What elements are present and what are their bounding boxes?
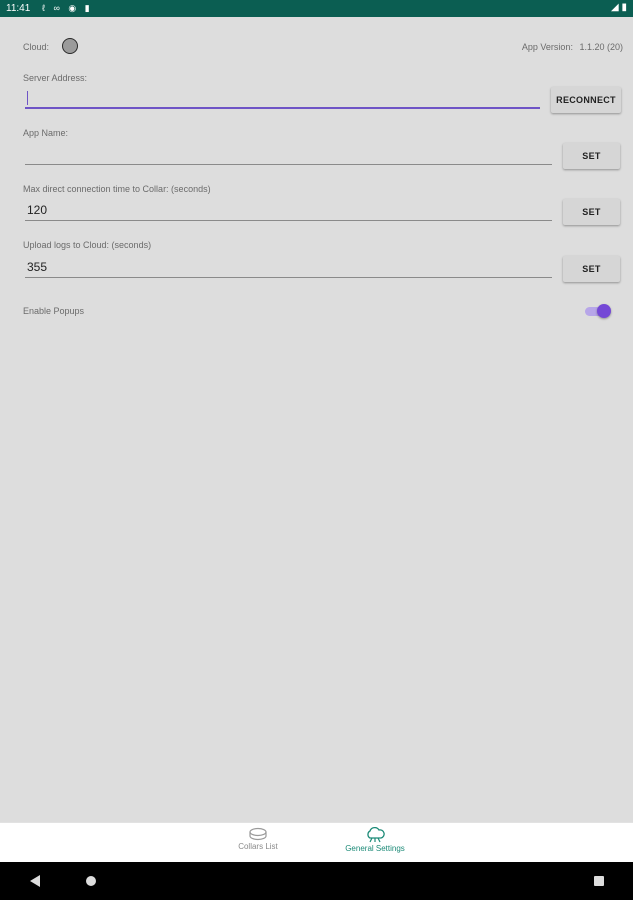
cloud-status-indicator	[62, 38, 78, 54]
status-bar: 11:41 ℓ ∞ ◉ ▮ ◢ ▮	[0, 0, 633, 17]
app-name-input[interactable]	[25, 143, 552, 165]
upload-logs-set-button[interactable]: SET	[563, 256, 620, 282]
enable-popups-toggle[interactable]	[585, 304, 611, 318]
home-icon[interactable]	[86, 876, 96, 886]
back-icon[interactable]	[30, 875, 40, 887]
system-navigation-bar	[0, 862, 633, 900]
max-connection-input[interactable]: 120	[25, 199, 552, 221]
app-version-value: 1.1.20 (20)	[579, 42, 623, 52]
settings-screen: Cloud: App Version: 1.1.20 (20) Server A…	[0, 17, 633, 822]
reconnect-button[interactable]: RECONNECT	[551, 87, 621, 113]
app-version-label: App Version:	[521, 42, 573, 52]
server-address-label: Server Address:	[23, 73, 88, 83]
collar-icon	[249, 827, 267, 841]
nav-general-settings-label: General Settings	[345, 844, 405, 853]
wifi-icon: ◢	[611, 2, 619, 13]
server-address-input[interactable]	[25, 87, 540, 109]
app-name-set-button[interactable]: SET	[563, 143, 620, 169]
bottom-navigation: Collars List General Settings	[0, 822, 633, 863]
nav-collars-list-label: Collars List	[238, 842, 278, 851]
cloud-label: Cloud:	[23, 42, 50, 52]
max-connection-set-button[interactable]: SET	[563, 199, 620, 225]
enable-popups-label: Enable Popups	[23, 306, 85, 316]
recent-apps-icon[interactable]	[594, 876, 604, 886]
app-name-label: App Name:	[23, 128, 69, 138]
status-icons: ℓ ∞ ◉ ▮	[42, 3, 93, 14]
app-version: App Version: 1.1.20 (20)	[518, 42, 623, 52]
max-connection-label: Max direct connection time to Collar: (s…	[23, 184, 211, 194]
sd-card-icon: ▮	[84, 3, 93, 13]
status-right-icons: ◢ ▮	[611, 2, 627, 13]
nav-general-settings[interactable]: General Settings	[320, 827, 430, 853]
toggle-thumb	[597, 304, 611, 318]
text-cursor	[27, 91, 28, 105]
notification-icon: ℓ	[42, 3, 48, 13]
battery-icon: ▮	[621, 2, 627, 13]
upload-logs-label: Upload logs to Cloud: (seconds)	[23, 240, 152, 250]
upload-logs-input[interactable]: 355	[25, 256, 552, 278]
app-icon: ◉	[68, 3, 80, 13]
status-time: 11:41	[6, 3, 31, 14]
nav-collars-list[interactable]: Collars List	[203, 827, 313, 851]
voicemail-icon: ∞	[53, 3, 63, 13]
cloud-settings-icon	[367, 827, 385, 843]
